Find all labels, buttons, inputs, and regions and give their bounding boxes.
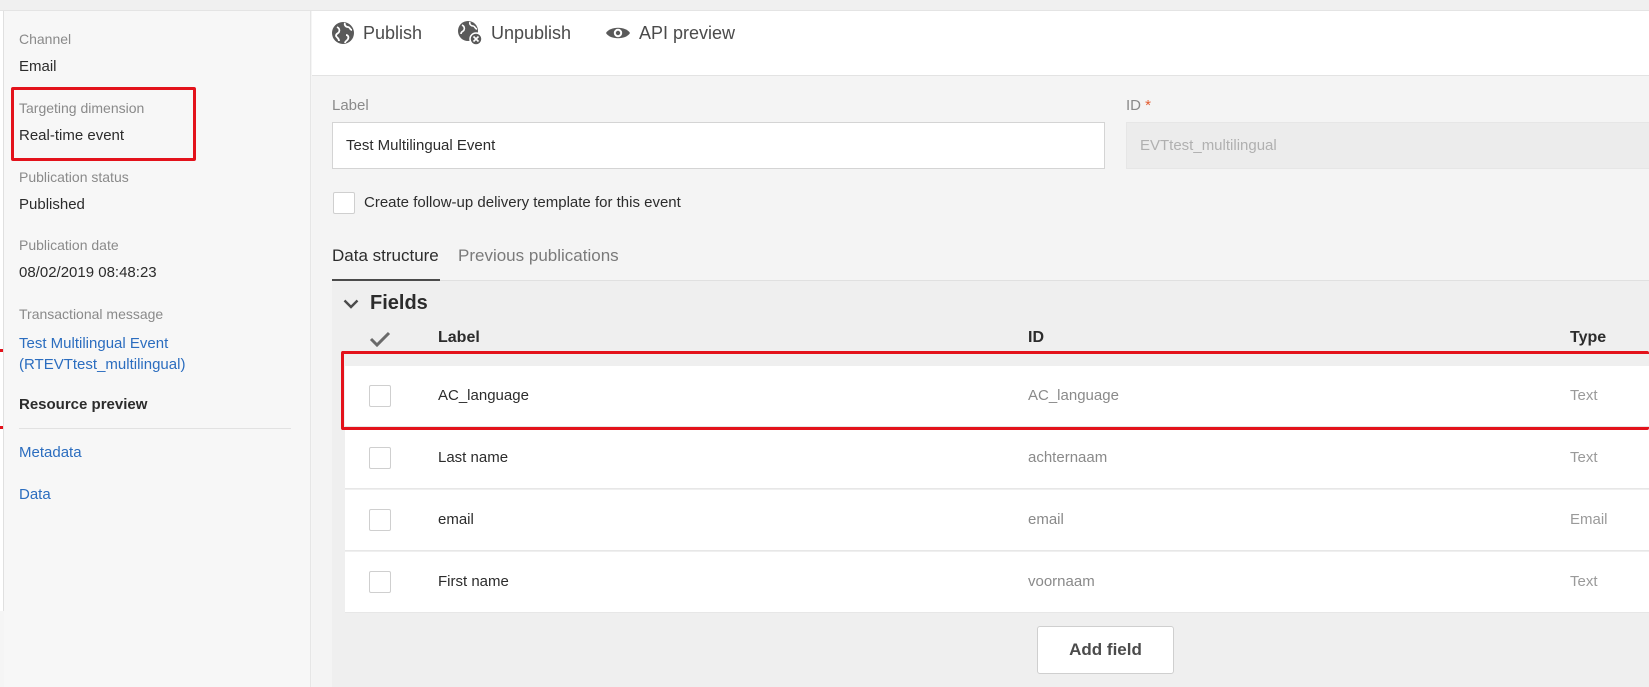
sidebar-divider [19, 428, 291, 429]
sidebar-link-metadata[interactable]: Metadata [19, 442, 82, 463]
eye-icon [605, 24, 631, 42]
tab-previous-publications[interactable]: Previous publications [458, 246, 619, 266]
row-id: achternaam [1028, 449, 1108, 466]
globe-icon [331, 21, 355, 45]
sidebar-link-data[interactable]: Data [19, 484, 51, 505]
publish-button[interactable]: Publish [331, 19, 422, 47]
id-field-caption: ID * [1126, 97, 1151, 114]
column-header-label[interactable]: Label [438, 329, 480, 347]
highlight-edge-mark [0, 426, 3, 429]
unpublish-label: Unpublish [491, 22, 572, 43]
row-id: voornaam [1028, 573, 1095, 590]
resource-preview-heading: Resource preview [19, 396, 148, 413]
select-all-checkmark-icon[interactable] [369, 331, 391, 352]
id-caption-text: ID [1126, 97, 1141, 114]
column-header-type[interactable]: Type [1570, 329, 1606, 347]
row-label: Last name [438, 449, 509, 466]
transactional-link-line2: (RTEVTtest_multilingual) [19, 356, 186, 373]
table-row[interactable]: email email Email [345, 490, 1649, 551]
table-row[interactable]: Last name achternaam Text [345, 428, 1649, 489]
globe-remove-icon [457, 20, 483, 46]
fields-section-title: Fields [370, 292, 428, 314]
id-input: EVTtest_multilingual [1126, 122, 1649, 169]
publication-date-label: Publication date [19, 237, 119, 253]
publication-status-label: Publication status [19, 169, 129, 185]
row-checkbox[interactable] [369, 509, 391, 531]
row-id: email [1028, 511, 1064, 528]
followup-template-label: Create follow-up delivery template for t… [364, 194, 681, 211]
unpublish-button[interactable]: Unpublish [457, 19, 571, 47]
table-row[interactable]: First name voornaam Text [345, 552, 1649, 613]
highlight-row-box [341, 351, 1649, 430]
transactional-message-link[interactable]: Test Multilingual Event (RTEVTtest_multi… [19, 333, 185, 375]
transactional-link-line1: Test Multilingual Event [19, 335, 169, 352]
label-field-caption: Label [332, 97, 369, 114]
chevron-down-icon[interactable] [343, 296, 359, 314]
add-field-button[interactable]: Add field [1037, 626, 1174, 674]
followup-template-checkbox[interactable] [333, 192, 355, 214]
required-mark: * [1145, 97, 1152, 114]
column-header-id[interactable]: ID [1028, 329, 1044, 347]
tab-data-structure[interactable]: Data structure [332, 246, 439, 266]
label-input[interactable]: Test Multilingual Event [332, 122, 1105, 169]
row-label: First name [438, 573, 509, 590]
highlight-targeting-box [11, 87, 196, 161]
top-edge [0, 0, 1649, 11]
row-checkbox[interactable] [369, 571, 391, 593]
publication-date-value: 08/02/2019 08:48:23 [19, 264, 157, 281]
channel-label: Channel [19, 31, 72, 47]
highlight-edge-mark [0, 349, 3, 352]
publish-label: Publish [363, 22, 423, 43]
row-label: email [438, 511, 474, 528]
row-type: Text [1570, 449, 1598, 466]
publication-status-value: Published [19, 196, 85, 213]
api-preview-label: API preview [639, 22, 736, 43]
row-checkbox[interactable] [369, 447, 391, 469]
row-type: Email [1570, 511, 1608, 528]
row-type: Text [1570, 573, 1598, 590]
api-preview-button[interactable]: API preview [605, 19, 735, 47]
transactional-message-label: Transactional message [19, 306, 164, 322]
channel-value: Email [19, 58, 57, 75]
